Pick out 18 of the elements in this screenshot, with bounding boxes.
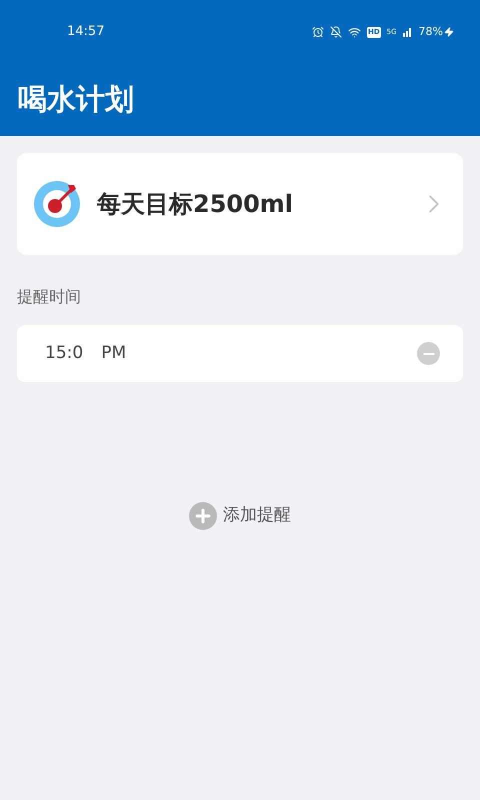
reminder-row[interactable]: 15:0 PM [17,325,463,382]
bell-off-icon [330,26,342,38]
daily-goal-text: 每天目标2500ml [97,189,294,220]
signal-icon [402,27,413,37]
plus-icon [189,502,217,530]
remove-icon[interactable] [417,342,440,365]
goal-card[interactable]: 每天目标2500ml [17,153,463,255]
status-time: 14:57 [67,23,104,42]
battery-level: 78% [418,24,443,40]
section-heading: 提醒时间 [17,286,82,308]
target-icon [34,181,80,227]
reminder-period: PM [101,342,128,365]
add-reminder-button[interactable]: 添加提醒 [189,502,291,530]
page-title: 喝水计划 [18,81,134,118]
alarm-icon [312,26,324,38]
reminder-time: 15:0 [45,342,84,365]
charging-icon [444,27,454,37]
wifi-icon [348,26,361,38]
